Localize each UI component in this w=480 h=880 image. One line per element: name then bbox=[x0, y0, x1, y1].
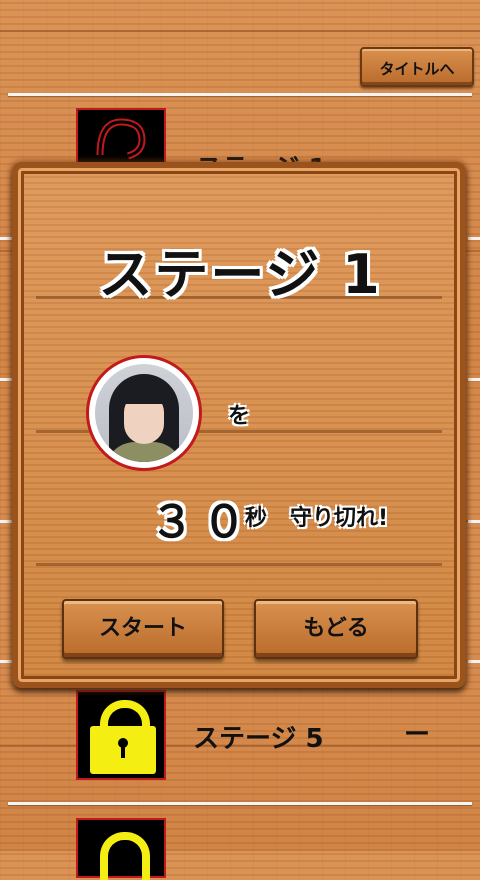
list-separator bbox=[468, 378, 480, 381]
divider bbox=[8, 93, 472, 96]
back-to-title-button[interactable]: タイトルへ bbox=[360, 47, 474, 87]
stage-6-thumbnail[interactable] bbox=[76, 818, 166, 880]
goal-seconds: ３０ bbox=[150, 497, 254, 548]
character-portrait bbox=[95, 364, 193, 462]
divider bbox=[8, 802, 472, 805]
stage-5-time: ー bbox=[404, 720, 431, 750]
goal-seconds-unit: 秒 bbox=[245, 506, 268, 531]
dialog-title: ステージ 1 bbox=[98, 243, 382, 306]
padlock-icon bbox=[100, 832, 150, 880]
list-separator bbox=[468, 660, 480, 663]
stage-5-thumbnail[interactable] bbox=[76, 690, 166, 780]
list-separator bbox=[468, 520, 480, 523]
back-button[interactable]: もどる bbox=[254, 599, 418, 659]
wood-grain bbox=[36, 563, 442, 566]
stage-5-label: ステージ 5 bbox=[193, 724, 324, 754]
wood-grain bbox=[0, 30, 480, 32]
avatar bbox=[86, 355, 202, 471]
object-particle: を bbox=[228, 404, 251, 429]
start-button[interactable]: スタート bbox=[62, 599, 224, 659]
goal-text: 守り切れ! bbox=[290, 506, 389, 531]
